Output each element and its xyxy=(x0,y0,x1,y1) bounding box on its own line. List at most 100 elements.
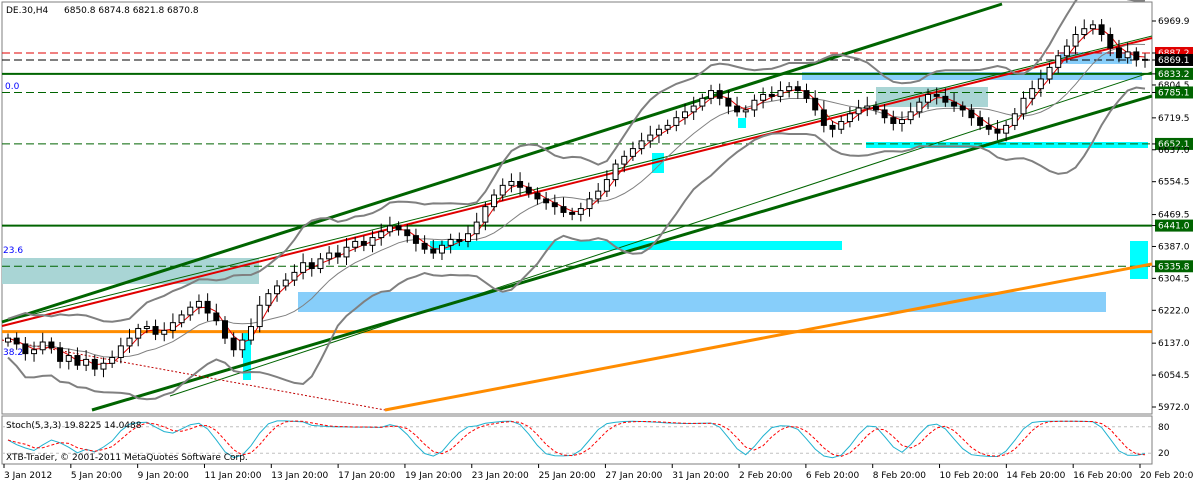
candle-body xyxy=(1133,51,1140,61)
candle-body xyxy=(1115,47,1122,59)
candle-body xyxy=(1089,24,1096,30)
candle-body xyxy=(629,148,636,157)
price-tick-label: 6554.5 xyxy=(1158,178,1190,188)
candle-body xyxy=(31,349,38,355)
candle-body xyxy=(751,99,758,111)
candle-body xyxy=(968,109,975,119)
price-tick-label: 5972.0 xyxy=(1158,403,1190,413)
candle-body xyxy=(126,337,133,347)
candle-body xyxy=(1046,66,1053,80)
candle-body xyxy=(438,244,445,254)
candle-body xyxy=(673,117,680,126)
stoch-level-label: 20 xyxy=(1158,449,1170,459)
candle-body xyxy=(317,258,324,270)
stoch-level-label: 80 xyxy=(1158,423,1170,433)
candle-body xyxy=(213,312,220,322)
candle-body xyxy=(534,192,541,200)
time-tick-label: 25 Jan 20:00 xyxy=(539,471,596,481)
price-tick-label: 6335.8 xyxy=(1158,262,1190,272)
candle-body xyxy=(195,300,202,308)
candle-body xyxy=(734,105,741,113)
candle-body xyxy=(5,337,11,343)
price-tick-label: 6637.0 xyxy=(1158,146,1190,156)
candle-body xyxy=(57,347,64,362)
candle-body xyxy=(1003,124,1010,134)
candle-body xyxy=(768,93,775,97)
candle-body xyxy=(65,355,72,362)
candle-body xyxy=(681,111,688,119)
candle-body xyxy=(152,326,159,335)
candle-body xyxy=(352,240,359,248)
candle-body xyxy=(395,225,402,231)
candle-body xyxy=(291,271,298,281)
time-tick-label: 20 Feb 20:00 xyxy=(1140,471,1194,481)
candle-body xyxy=(1072,33,1079,47)
candle-body xyxy=(369,237,376,246)
time-tick-label: 17 Jan 20:00 xyxy=(338,471,395,481)
time-tick-label: 27 Jan 20:00 xyxy=(605,471,662,481)
candle-body xyxy=(925,93,932,103)
candle-body xyxy=(829,124,836,130)
candle-body xyxy=(959,105,966,111)
candle-body xyxy=(343,246,350,258)
price-tick-label: 6833.2 xyxy=(1158,70,1190,80)
price-tick-label: 6785.1 xyxy=(1158,88,1190,98)
candle-body xyxy=(742,109,749,113)
candle-body xyxy=(239,339,246,351)
candle-body xyxy=(595,190,602,200)
candle-body xyxy=(994,128,1001,134)
ohlc-values: 6850.8 6874.8 6821.8 6870.8 xyxy=(64,6,199,16)
candle-body xyxy=(74,355,81,366)
candle-body xyxy=(985,124,992,130)
candle-body xyxy=(473,221,480,235)
time-tick-label: 16 Feb 20:00 xyxy=(1073,471,1132,481)
candle-body xyxy=(274,285,281,295)
candle-body xyxy=(91,358,98,370)
price-tick-label: 6869.1 xyxy=(1158,56,1190,66)
candle-body xyxy=(933,93,940,97)
price-tick-label: 6054.5 xyxy=(1158,371,1190,381)
candle-body xyxy=(404,229,411,237)
price-tick-label: 6969.9 xyxy=(1158,17,1190,27)
candle-body xyxy=(143,326,150,329)
time-tick-label: 13 Jan 20:00 xyxy=(271,471,328,481)
candle-body xyxy=(326,252,333,260)
candle-body xyxy=(386,225,393,233)
candle-body xyxy=(864,105,871,109)
candle-body xyxy=(621,155,628,165)
candle-body xyxy=(881,109,888,119)
candle-body xyxy=(977,117,984,126)
candle-body xyxy=(907,111,914,121)
candle-body xyxy=(794,86,801,92)
candle-body xyxy=(39,341,46,351)
candle-body xyxy=(204,300,211,314)
fib-label-0: 0.0 xyxy=(5,82,20,92)
time-tick-label: 10 Feb 20:00 xyxy=(940,471,999,481)
candle-body xyxy=(647,134,654,142)
candle-body xyxy=(13,337,20,345)
price-axis: 6969.96887.26869.16833.26804.56785.16719… xyxy=(1152,17,1193,413)
candle-body xyxy=(117,345,124,358)
candle-body xyxy=(100,362,107,370)
candle-body xyxy=(178,314,185,324)
zone-cyan-right xyxy=(866,142,1148,148)
candle-body xyxy=(48,341,55,349)
candle-body xyxy=(1098,24,1105,35)
watermark: XTB-Trader, © 2001-2011 MetaQuotes Softw… xyxy=(6,453,248,463)
candle-body xyxy=(951,101,958,107)
price-tick-label: 6137.0 xyxy=(1158,339,1190,349)
candle-body xyxy=(603,179,610,192)
candle-body xyxy=(855,107,862,115)
candle-body xyxy=(612,163,619,181)
candle-body xyxy=(430,248,437,254)
zone-cyan-edge xyxy=(1130,241,1148,279)
zone-teal-top xyxy=(876,87,988,107)
time-tick-label: 19 Jan 20:00 xyxy=(405,471,462,481)
candle-body xyxy=(482,206,489,223)
candle-body xyxy=(699,97,706,107)
candle-body xyxy=(846,113,853,123)
time-tick-label: 2 Feb 20:00 xyxy=(739,471,793,481)
fib-label-23: 23.6 xyxy=(3,246,23,256)
time-tick-label: 8 Feb 20:00 xyxy=(873,471,927,481)
candle-body xyxy=(551,202,558,208)
